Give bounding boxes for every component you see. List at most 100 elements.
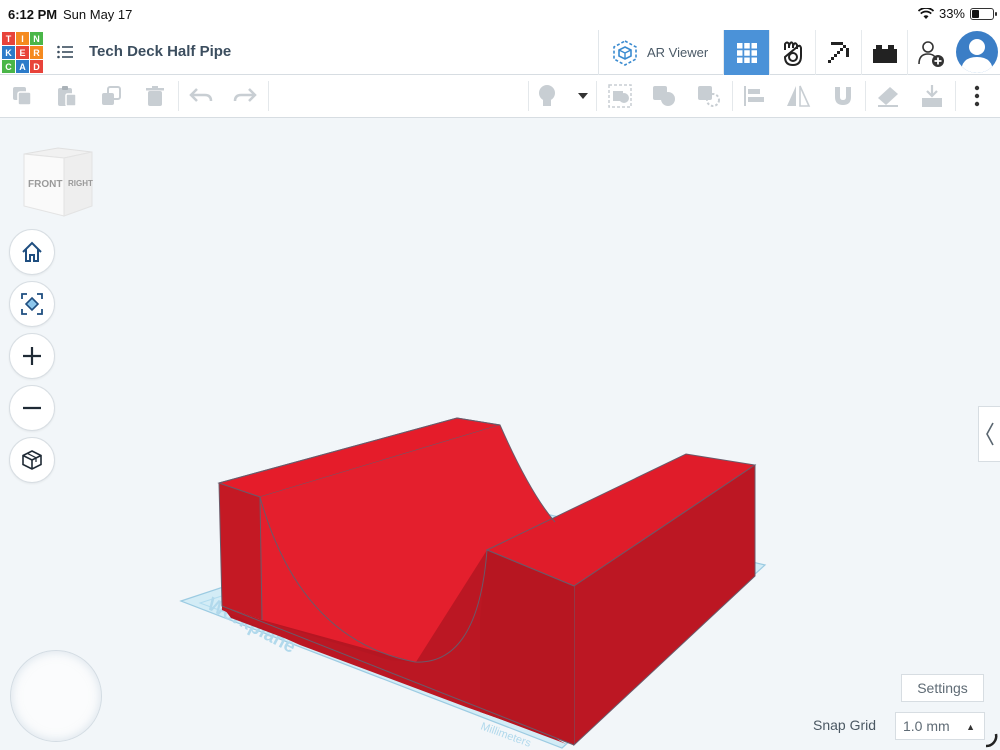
zoom-out-icon [23, 406, 41, 410]
align-button[interactable] [741, 83, 767, 109]
grid-view-icon [736, 42, 757, 63]
status-right: 33% [917, 6, 997, 21]
redo-icon [233, 88, 257, 102]
view-cube[interactable]: FRONT RIGHT [18, 146, 96, 227]
add-user-icon [917, 40, 944, 67]
perspective-icon [22, 450, 42, 470]
logo-letter: C [2, 60, 15, 73]
add-user-button[interactable] [907, 30, 953, 75]
home-icon [22, 241, 42, 262]
mirror-icon [787, 85, 811, 107]
note-button[interactable] [875, 83, 901, 109]
paste-button[interactable] [54, 83, 80, 109]
dropdown-icon [578, 93, 588, 99]
magnet-icon [835, 87, 851, 105]
toolbar-separator [865, 81, 866, 111]
logo-letter: R [30, 46, 43, 59]
settings-button[interactable]: Settings [901, 674, 984, 702]
lego-brick-icon [872, 44, 897, 63]
more-icon [974, 85, 980, 107]
undo-icon [189, 88, 213, 102]
minecraft-pickaxe-icon [827, 41, 849, 63]
logo-letter: N [30, 32, 43, 45]
logo-letter: A [16, 60, 29, 73]
fit-view-icon [21, 293, 43, 315]
blocks-button[interactable] [769, 30, 815, 75]
zoom-out-button[interactable] [9, 385, 55, 431]
home-view-button[interactable] [9, 229, 55, 275]
chevron-left-icon [985, 422, 994, 446]
light-dropdown-button[interactable] [570, 83, 596, 109]
loading-spinner-icon [985, 733, 998, 748]
magnet-button[interactable] [830, 83, 856, 109]
logo-letter: K [2, 46, 15, 59]
group-icon [608, 84, 632, 108]
duplicate-button[interactable] [98, 83, 124, 109]
perspective-button[interactable] [9, 437, 55, 483]
import-button[interactable] [919, 83, 945, 109]
battery-fill [972, 9, 979, 18]
battery-icon [970, 7, 997, 20]
toolbar-separator [528, 81, 529, 111]
fit-view-button[interactable] [9, 281, 55, 327]
ar-viewer-button[interactable]: AR Viewer [598, 30, 722, 75]
solid-icon [653, 86, 675, 106]
hole-icon [698, 86, 720, 107]
view-cube-right-label: RIGHT [68, 179, 93, 188]
duplicate-icon [102, 86, 121, 105]
logo-letter: T [2, 32, 15, 45]
align-icon [744, 86, 764, 106]
design-title[interactable]: Tech Deck Half Pipe [89, 43, 231, 60]
logo-letter: E [16, 46, 29, 59]
note-icon [878, 87, 898, 107]
light-bulb-icon [539, 85, 555, 106]
import-icon [922, 85, 942, 107]
3d-workspace[interactable]: Workplane Millimeters FRONT RIGHT Settin… [0, 118, 1000, 750]
wifi-icon [917, 7, 934, 19]
status-time: 6:12 PM [8, 7, 58, 22]
orbit-joystick[interactable] [10, 650, 102, 742]
tinkercad-logo[interactable]: TIN KER CAD [2, 32, 43, 73]
user-avatar-icon [961, 39, 993, 73]
solid-button[interactable] [651, 83, 677, 109]
shapes-panel-toggle[interactable] [978, 406, 1000, 462]
zoom-in-icon [23, 347, 41, 365]
half-pipe-left-front[interactable] [219, 483, 262, 620]
zoom-in-button[interactable] [9, 333, 55, 379]
ar-cube-icon [613, 39, 637, 66]
design-menu-icon[interactable] [56, 43, 74, 61]
lego-button[interactable] [861, 30, 907, 75]
undo-button[interactable] [188, 83, 214, 109]
battery-percent: 33% [938, 6, 965, 21]
toolbar-separator [955, 81, 956, 111]
ar-viewer-label: AR Viewer [647, 45, 709, 60]
more-options-button[interactable] [964, 83, 990, 109]
top-bar: TIN KER CAD Tech Deck Half Pipe AR Viewer [0, 30, 1000, 75]
status-date: Sun May 17 [63, 7, 133, 22]
toolbar-separator [268, 81, 269, 111]
copy-button[interactable] [9, 83, 35, 109]
snap-grid-label: Snap Grid [813, 717, 877, 733]
delete-button[interactable] [142, 83, 168, 109]
snap-grid-select[interactable]: 1.0 mm ▲ [895, 712, 985, 740]
delete-icon [146, 86, 164, 106]
logo-letter: I [16, 32, 29, 45]
caret-up-icon: ▲ [966, 722, 975, 732]
user-avatar[interactable] [956, 31, 998, 73]
status-bar: 6:12 PM Sun May 17 33% [0, 0, 1000, 30]
redo-button[interactable] [232, 83, 258, 109]
paste-icon [58, 86, 77, 107]
light-bulb-button[interactable] [534, 83, 560, 109]
copy-icon [13, 87, 32, 106]
minecraft-button[interactable] [815, 30, 861, 75]
hole-button[interactable] [696, 83, 722, 109]
group-button[interactable] [607, 83, 633, 109]
edit-toolbar [0, 75, 1000, 118]
mirror-button[interactable] [785, 83, 811, 109]
logo-letter: D [30, 60, 43, 73]
snap-grid-value: 1.0 mm [903, 718, 950, 734]
blocks-icon [783, 40, 802, 66]
scene-canvas[interactable]: Workplane Millimeters [0, 118, 1000, 750]
grid-view-button[interactable] [723, 30, 769, 75]
toolbar-separator [732, 81, 733, 111]
